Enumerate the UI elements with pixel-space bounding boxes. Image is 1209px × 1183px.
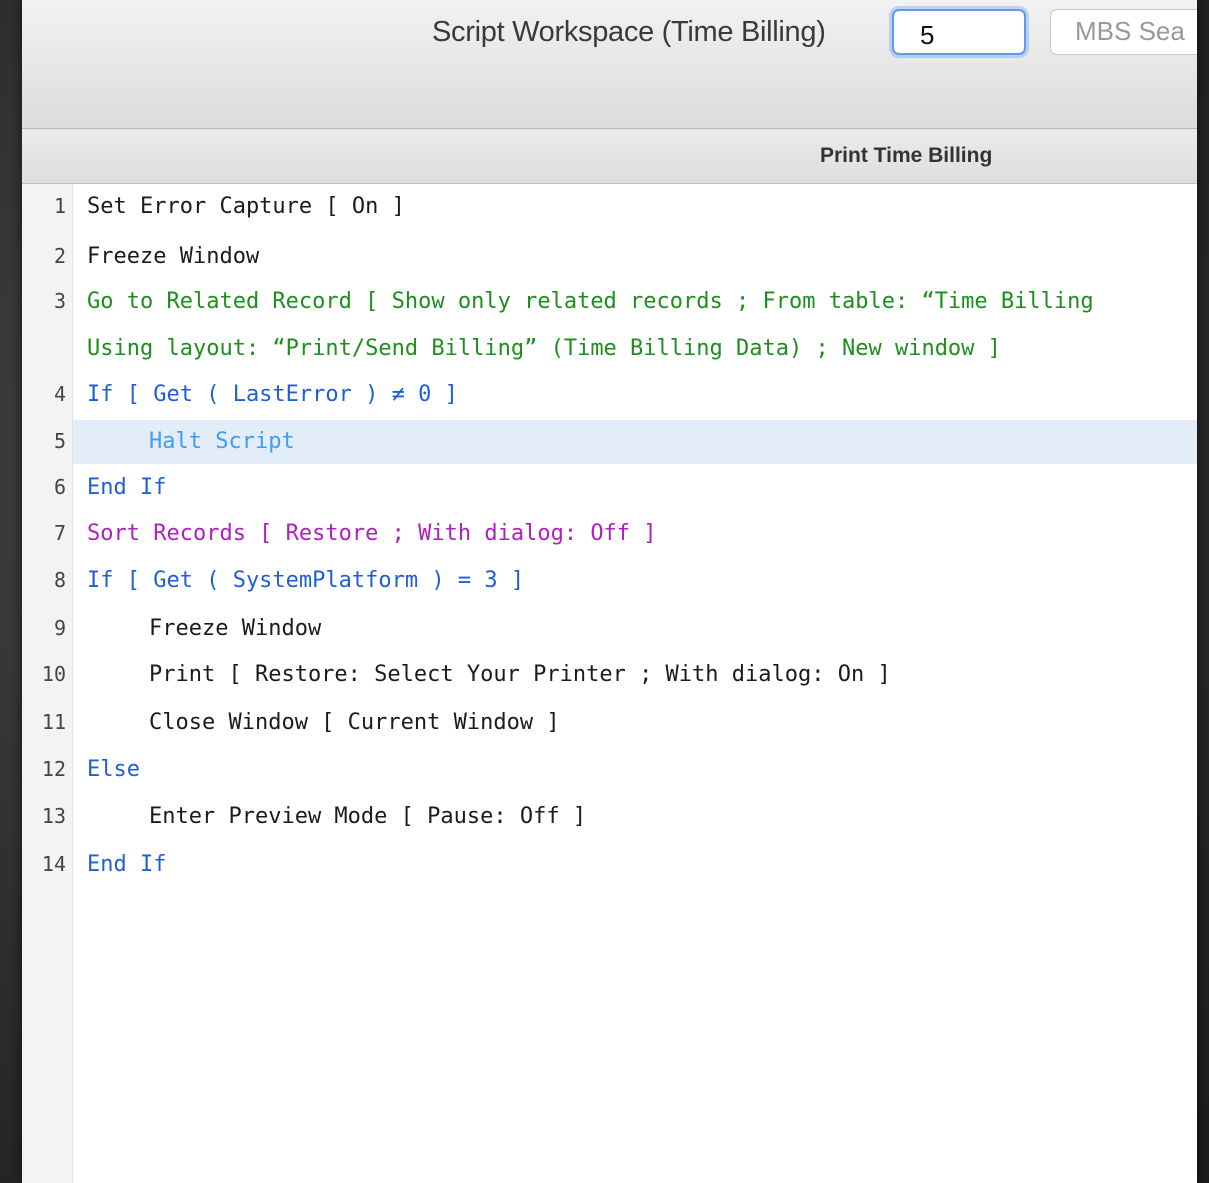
script-step[interactable]: Freeze Window (73, 607, 1197, 651)
script-step[interactable]: If [ Get ( LastError ) ≠ 0 ] (73, 373, 1197, 417)
title-bar: Script Workspace (Time Billing) MBS Sea (22, 0, 1197, 129)
line-number: 2 (53, 244, 66, 268)
window-title: Script Workspace (Time Billing) (432, 16, 826, 48)
line-number: 10 (41, 662, 66, 686)
line-number: 14 (41, 852, 66, 876)
script-step[interactable]: Sort Records [ Restore ; With dialog: Of… (73, 512, 1197, 556)
script-step[interactable]: End If (73, 843, 1197, 887)
script-step[interactable]: Else (73, 748, 1197, 792)
line-number: 13 (41, 804, 66, 828)
script-step[interactable]: Close Window [ Current Window ] (73, 701, 1197, 745)
script-step[interactable]: Print [ Restore: Select Your Printer ; W… (73, 653, 1197, 697)
script-step-continuation[interactable]: Using layout: “Print/Send Billing” (Time… (73, 327, 1197, 371)
script-editor[interactable]: 1 Set Error Capture [ On ] 2 Freeze Wind… (22, 184, 1197, 1183)
line-number: 11 (41, 710, 66, 734)
script-step[interactable]: Go to Related Record [ Show only related… (73, 280, 1197, 324)
line-number: 7 (53, 521, 66, 545)
line-number: 12 (41, 757, 66, 781)
line-number: 9 (53, 616, 66, 640)
search-field[interactable]: MBS Sea (1050, 9, 1197, 55)
line-number: 1 (53, 194, 66, 218)
line-number: 3 (53, 289, 66, 313)
script-step[interactable]: Enter Preview Mode [ Pause: Off ] (73, 795, 1197, 839)
script-step[interactable]: Freeze Window (73, 235, 1197, 279)
script-step[interactable]: If [ Get ( SystemPlatform ) = 3 ] (73, 559, 1197, 603)
script-step[interactable]: Halt Script (73, 420, 1197, 464)
line-number: 6 (53, 475, 66, 499)
script-step[interactable]: End If (73, 466, 1197, 510)
tab-number-field[interactable] (892, 9, 1026, 55)
script-workspace-window: Script Workspace (Time Billing) MBS Sea … (22, 0, 1197, 1183)
script-name: Print Time Billing (820, 144, 993, 167)
script-step[interactable]: Set Error Capture [ On ] (73, 185, 1197, 229)
line-number: 5 (53, 429, 66, 453)
line-number: 4 (53, 382, 66, 406)
line-number: 8 (53, 568, 66, 592)
script-header: Print Time Billing (22, 129, 1197, 184)
